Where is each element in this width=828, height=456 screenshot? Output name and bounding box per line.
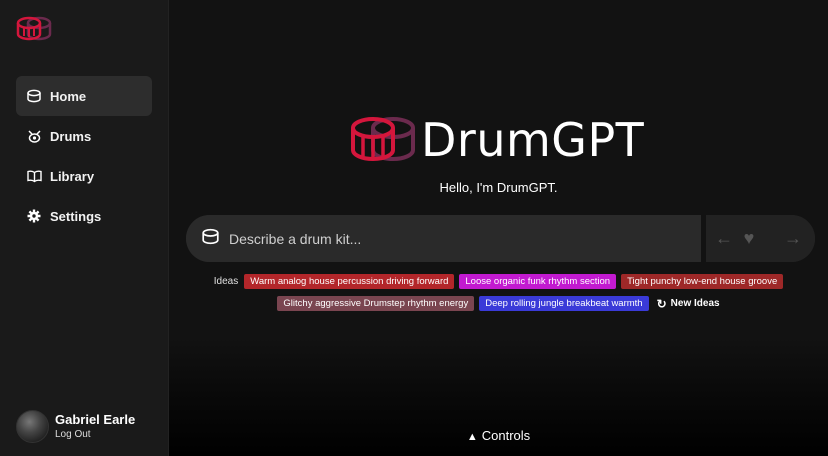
idea-chip[interactable]: Warm analog house percussion driving for… — [244, 274, 455, 289]
ideas-section: Ideas Warm analog house percussion drivi… — [169, 274, 828, 318]
book-icon — [26, 168, 42, 184]
sidebar-item-drums[interactable]: Drums — [16, 116, 152, 156]
drum-icon — [26, 88, 42, 104]
refresh-icon: ↻ — [656, 296, 667, 311]
ideas-row: Glitchy aggressive Drumstep rhythm energ… — [169, 296, 828, 311]
sidebar-item-label: Drums — [50, 128, 92, 144]
new-ideas-button[interactable]: ↻ New Ideas — [657, 297, 720, 311]
prompt-bar: ← ♥ → — [186, 215, 815, 262]
prompt-input[interactable] — [229, 230, 669, 247]
drumgpt-logo-icon — [351, 117, 415, 161]
sidebar-item-settings[interactable]: Settings — [16, 196, 152, 236]
sidebar-item-library[interactable]: Library — [16, 156, 152, 196]
greeting: Hello, I'm DrumGPT. — [439, 180, 558, 195]
arrow-left-icon[interactable]: ← — [714, 228, 734, 249]
prompt-input-wrapper — [186, 215, 701, 262]
sidebar-item-label: Settings — [50, 208, 102, 224]
arrow-right-icon[interactable]: → — [783, 228, 803, 249]
user-profile: Gabriel Earle Log Out — [16, 410, 135, 443]
sidebar-item-label: Library — [50, 168, 95, 184]
drumgpt-logo-icon[interactable] — [16, 16, 52, 42]
main-content: DrumGPT Hello, I'm DrumGPT. ← ♥ → Ideas … — [169, 0, 828, 456]
idea-chip[interactable]: Glitchy aggressive Drumstep rhythm energ… — [277, 296, 475, 311]
heart-icon[interactable]: ♥ — [739, 228, 759, 249]
drum-icon — [202, 228, 219, 250]
sidebar-nav: Home Drums Library Settings — [16, 76, 152, 236]
user-name: Gabriel Earle — [55, 411, 136, 427]
idea-chip[interactable]: Loose organic funk rhythm section — [459, 274, 617, 289]
new-ideas-label: New Ideas — [670, 298, 720, 309]
sidebar-item-home[interactable]: Home — [16, 76, 152, 116]
avatar[interactable] — [16, 410, 49, 443]
controls-toggle[interactable]: ▲ Controls — [169, 428, 828, 443]
chevron-up-icon: ▲ — [466, 431, 478, 443]
ideas-row: Ideas Warm analog house percussion drivi… — [169, 274, 828, 289]
gear-icon — [26, 208, 42, 224]
prompt-actions: ← ♥ → — [706, 215, 815, 262]
sidebar-item-label: Home — [50, 88, 87, 104]
idea-chip[interactable]: Tight punchy low-end house groove — [621, 274, 784, 289]
brand-title: DrumGPT — [421, 113, 645, 167]
drum-kit-icon — [26, 128, 42, 144]
controls-label: Controls — [481, 428, 531, 443]
brand-header: DrumGPT — [349, 113, 644, 167]
idea-chip[interactable]: Deep rolling jungle breakbeat warmth — [479, 296, 649, 311]
sidebar: Home Drums Library Settings Gabriel Earl… — [0, 0, 169, 456]
logout-link[interactable]: Log Out — [55, 428, 135, 442]
ideas-label: Ideas — [213, 276, 239, 287]
